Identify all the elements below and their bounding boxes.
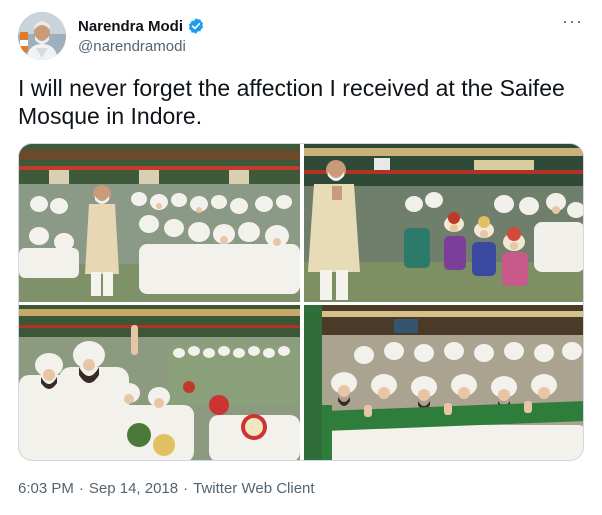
tweet-metadata: 6:03 PM · Sep 14, 2018 · Twitter Web Cli… <box>18 480 315 497</box>
tweet-text: I will never forget the affection I rece… <box>18 75 565 129</box>
meta-separator: · <box>78 480 84 497</box>
media-grid <box>18 143 584 461</box>
tweet-photo-2[interactable] <box>304 144 583 302</box>
meta-separator-2: · <box>183 480 189 497</box>
verified-badge-icon <box>187 17 205 35</box>
author-name-row[interactable]: Narendra Modi <box>78 15 205 37</box>
tweet-time[interactable]: 6:03 PM <box>18 480 74 497</box>
avatar[interactable] <box>18 12 66 60</box>
tweet-client[interactable]: Twitter Web Client <box>193 480 314 497</box>
tweet-photo-4[interactable] <box>304 305 583 460</box>
more-options-icon[interactable]: ··· <box>562 12 582 34</box>
tweet-card: Narendra Modi @narendramodi ··· I will n… <box>0 0 602 515</box>
tweet-date[interactable]: Sep 14, 2018 <box>89 480 178 497</box>
author-display-name[interactable]: Narendra Modi <box>78 18 183 35</box>
author-handle[interactable]: @narendramodi <box>78 38 186 55</box>
tweet-photo-1[interactable] <box>19 144 300 302</box>
tweet-photo-3[interactable] <box>19 305 300 460</box>
